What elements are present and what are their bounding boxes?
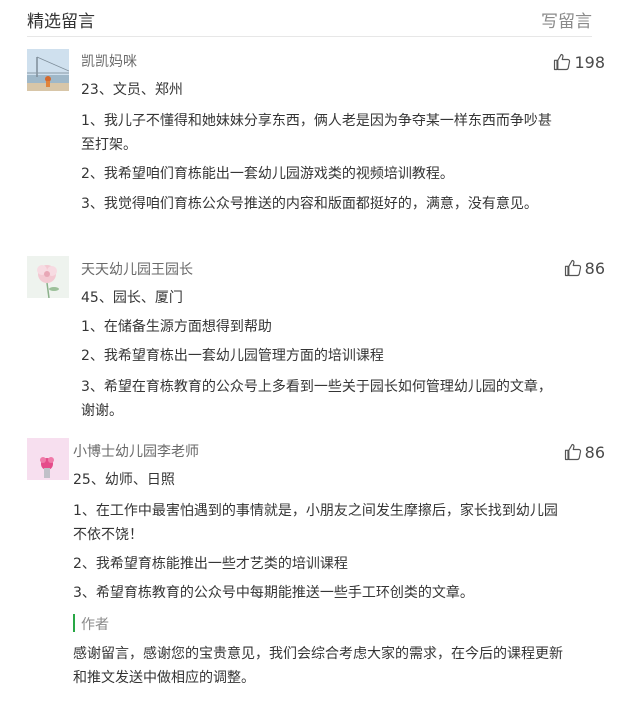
comment-meta: 25、幼师、日照 <box>73 472 175 488</box>
comment-paragraph: 2、我希望育栋能推出一些才艺类的培训课程 <box>73 556 348 572</box>
comment-paragraph: 1、在工作中最害怕遇到的事情就是，小朋友之间发生摩擦后，家长找到幼儿园不依不饶！ <box>73 503 558 543</box>
avatar-image-flower-pink-icon <box>27 438 69 480</box>
author-reply-text: 感谢留言，感谢您的宝贵意见，我们会综合考虑大家的需求，在今后的课程更新和推文发送… <box>73 646 563 686</box>
comment-item: 小博士幼儿园李老师 86 25、幼师、日照 1、在工作中最害怕遇到的事情就是，小… <box>0 0 621 705</box>
comment-paragraph: 3、希望育栋教育的公众号中每期能推送一些手工环创类的文章。 <box>73 585 474 601</box>
comment-nickname[interactable]: 小博士幼儿园李老师 <box>73 441 199 461</box>
like-button[interactable]: 86 <box>563 442 605 462</box>
thumbs-up-icon <box>564 443 581 461</box>
author-reply-marker <box>73 614 75 632</box>
avatar[interactable] <box>27 438 69 480</box>
like-count: 86 <box>584 442 605 462</box>
author-reply-label: 作者 <box>81 617 109 633</box>
